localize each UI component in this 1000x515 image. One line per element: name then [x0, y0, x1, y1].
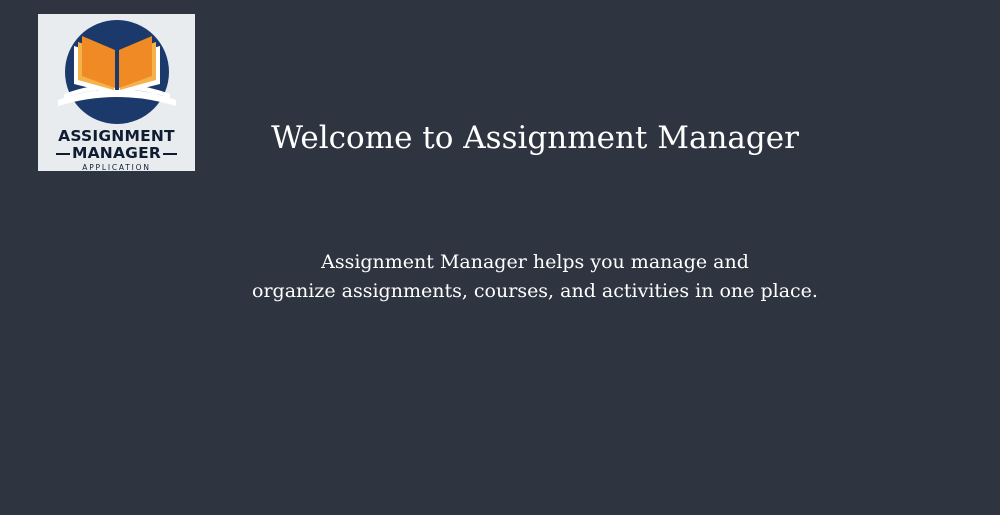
welcome-title: Welcome to Assignment Manager: [271, 120, 799, 156]
welcome-description-line2: organize assignments, courses, and activ…: [252, 280, 818, 302]
logo-text-application: APPLICATION: [82, 163, 151, 171]
logo-text-manager: MANAGER: [38, 144, 195, 162]
logo-dash-left: [55, 152, 70, 155]
logo-dash-right: [163, 152, 178, 155]
logo-text-manager-label: MANAGER: [71, 144, 162, 162]
logo-text-assignment: ASSIGNMENT: [58, 127, 175, 145]
app-logo: ASSIGNMENT MANAGER APPLICATION: [38, 14, 195, 171]
welcome-description-line1: Assignment Manager helps you manage and: [321, 251, 749, 273]
welcome-description: Assignment Manager helps you manage and …: [200, 248, 870, 306]
